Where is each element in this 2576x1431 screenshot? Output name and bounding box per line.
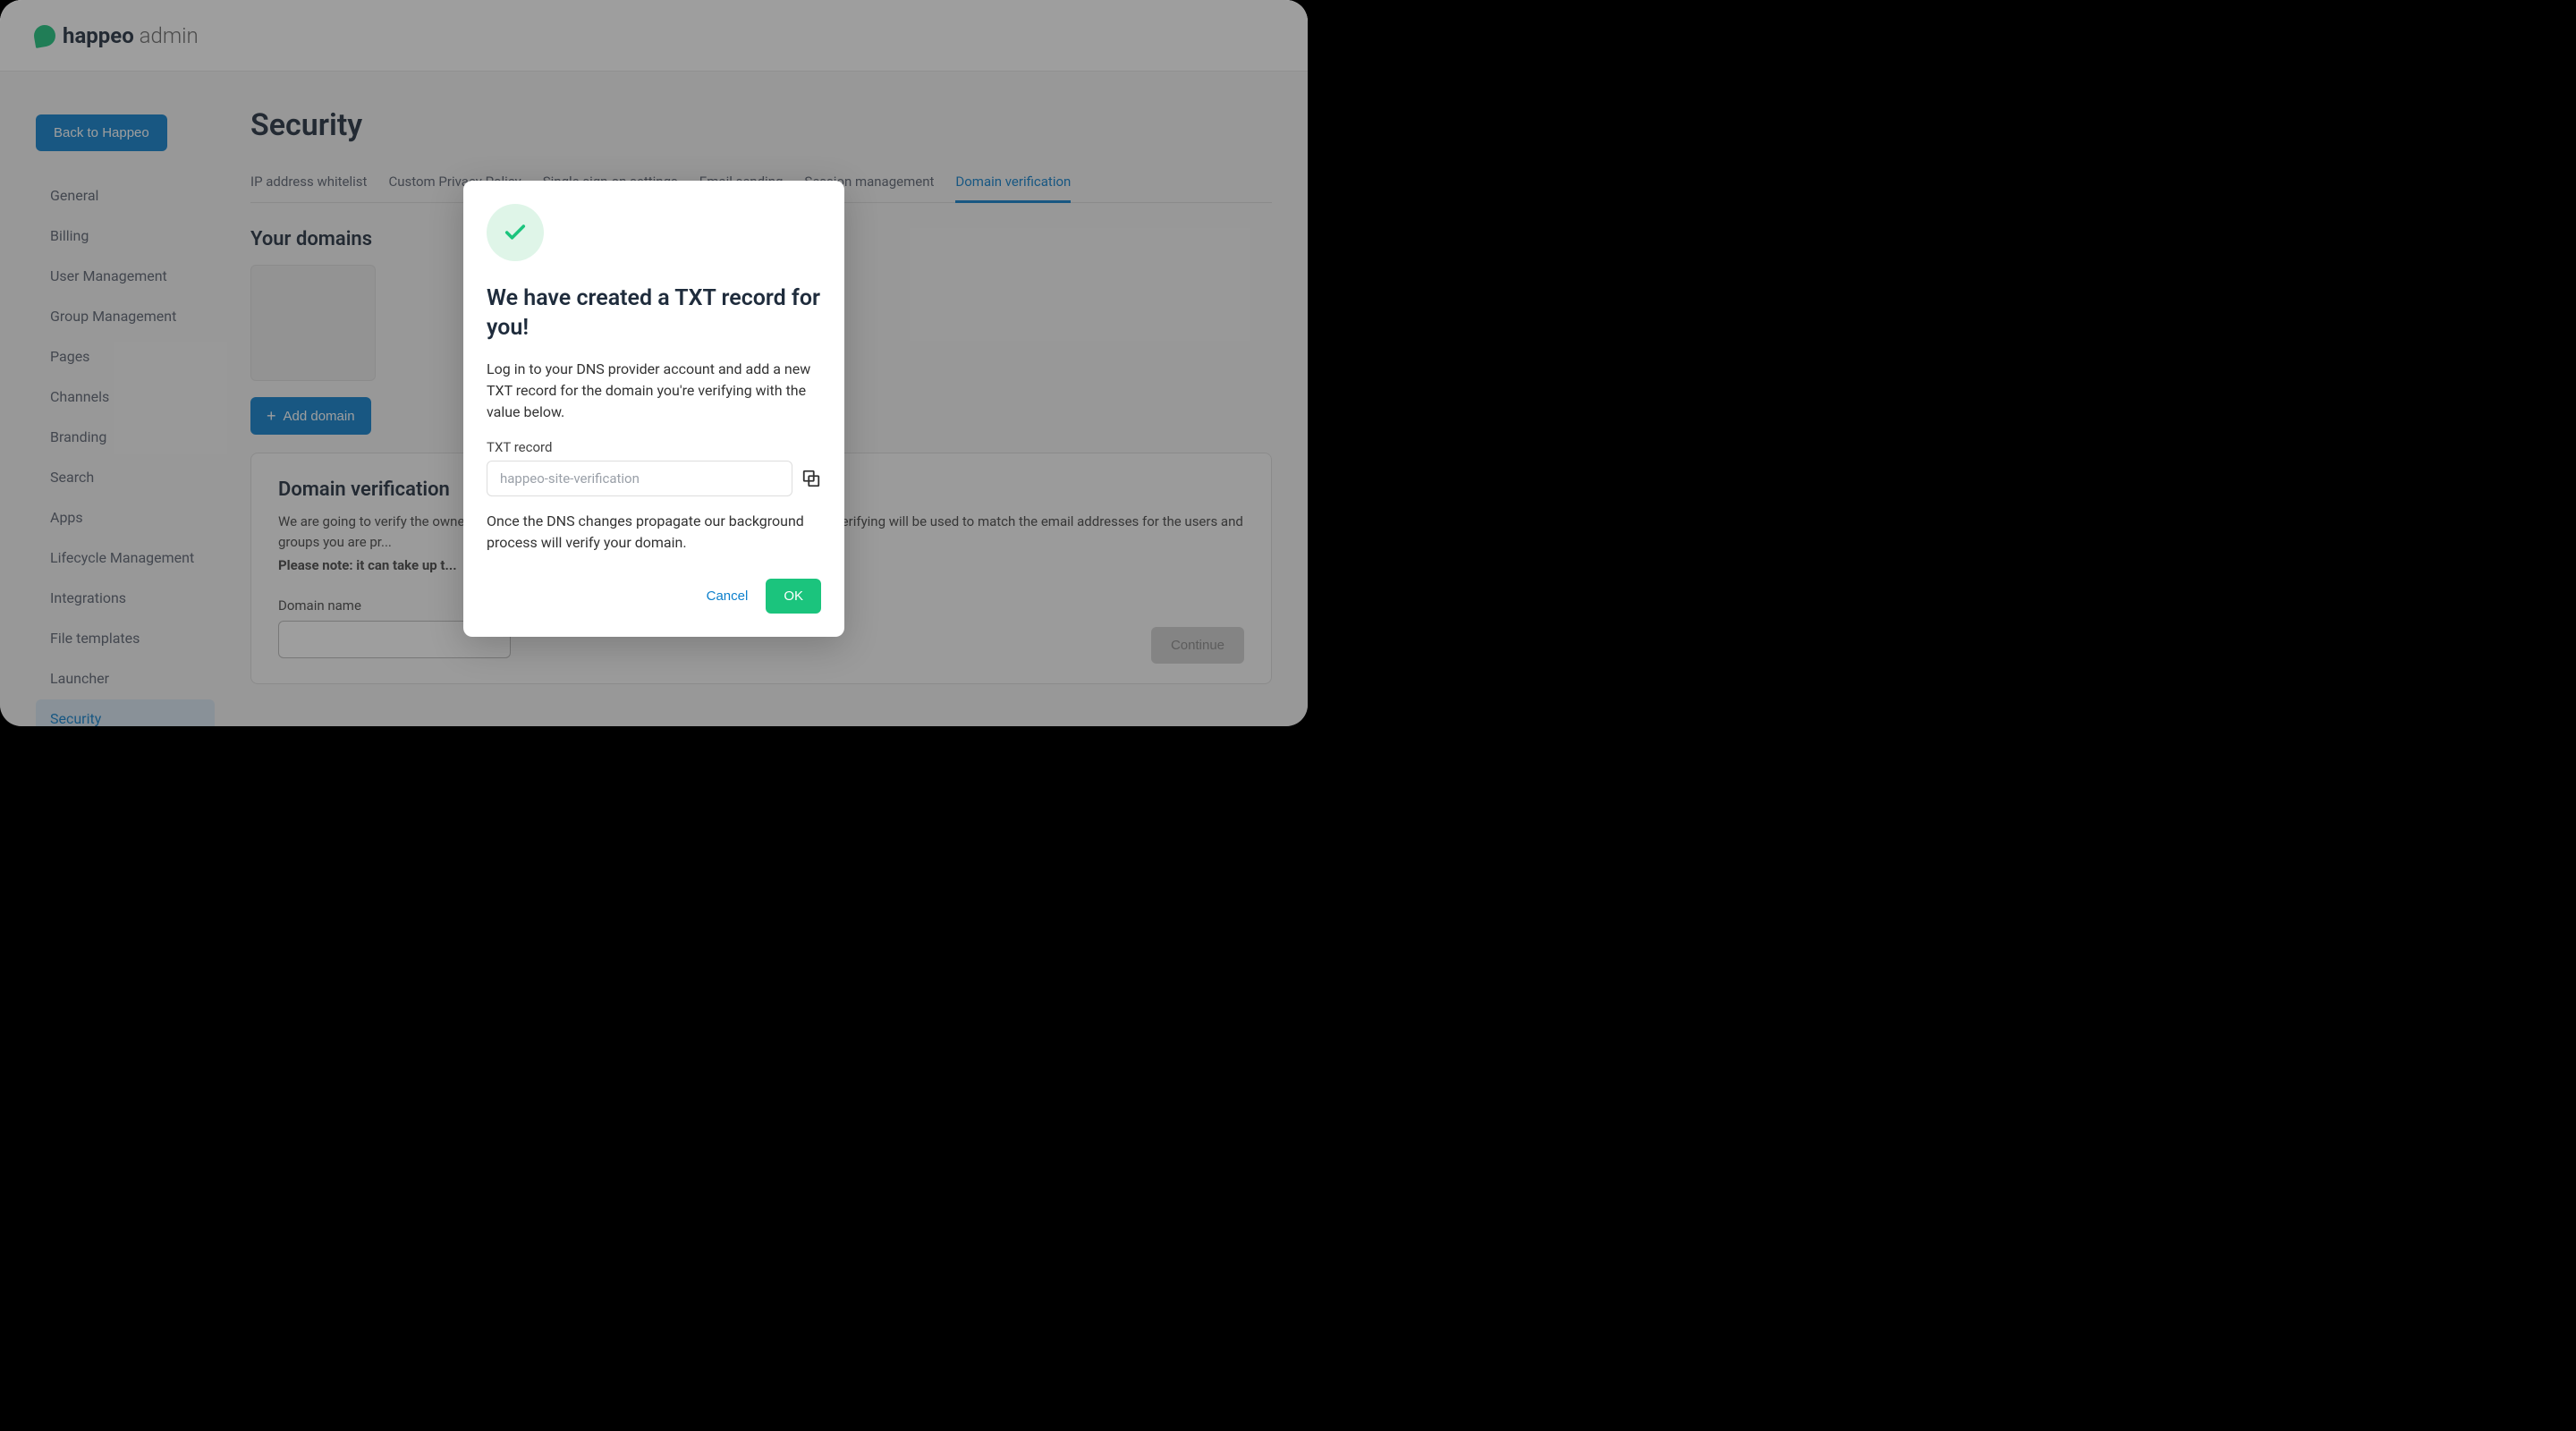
modal-title: We have created a TXT record for you! (487, 284, 821, 343)
modal-outro: Once the DNS changes propagate our backg… (487, 511, 821, 554)
app-window: happeo admin Back to Happeo GeneralBilli… (0, 0, 1308, 726)
copy-icon[interactable] (801, 469, 821, 488)
txt-record-value: happeo-site-verification (500, 470, 640, 487)
ok-button[interactable]: OK (766, 579, 821, 614)
success-check-icon (487, 204, 544, 261)
modal-actions: Cancel OK (487, 579, 821, 614)
txt-record-row: happeo-site-verification (487, 461, 821, 496)
cancel-button[interactable]: Cancel (707, 588, 749, 604)
txt-record-field[interactable]: happeo-site-verification (487, 461, 792, 496)
modal-overlay[interactable]: We have created a TXT record for you! Lo… (0, 0, 1308, 726)
modal-intro: Log in to your DNS provider account and … (487, 359, 821, 423)
txt-record-label: TXT record (487, 439, 821, 455)
txt-record-modal: We have created a TXT record for you! Lo… (463, 181, 844, 637)
